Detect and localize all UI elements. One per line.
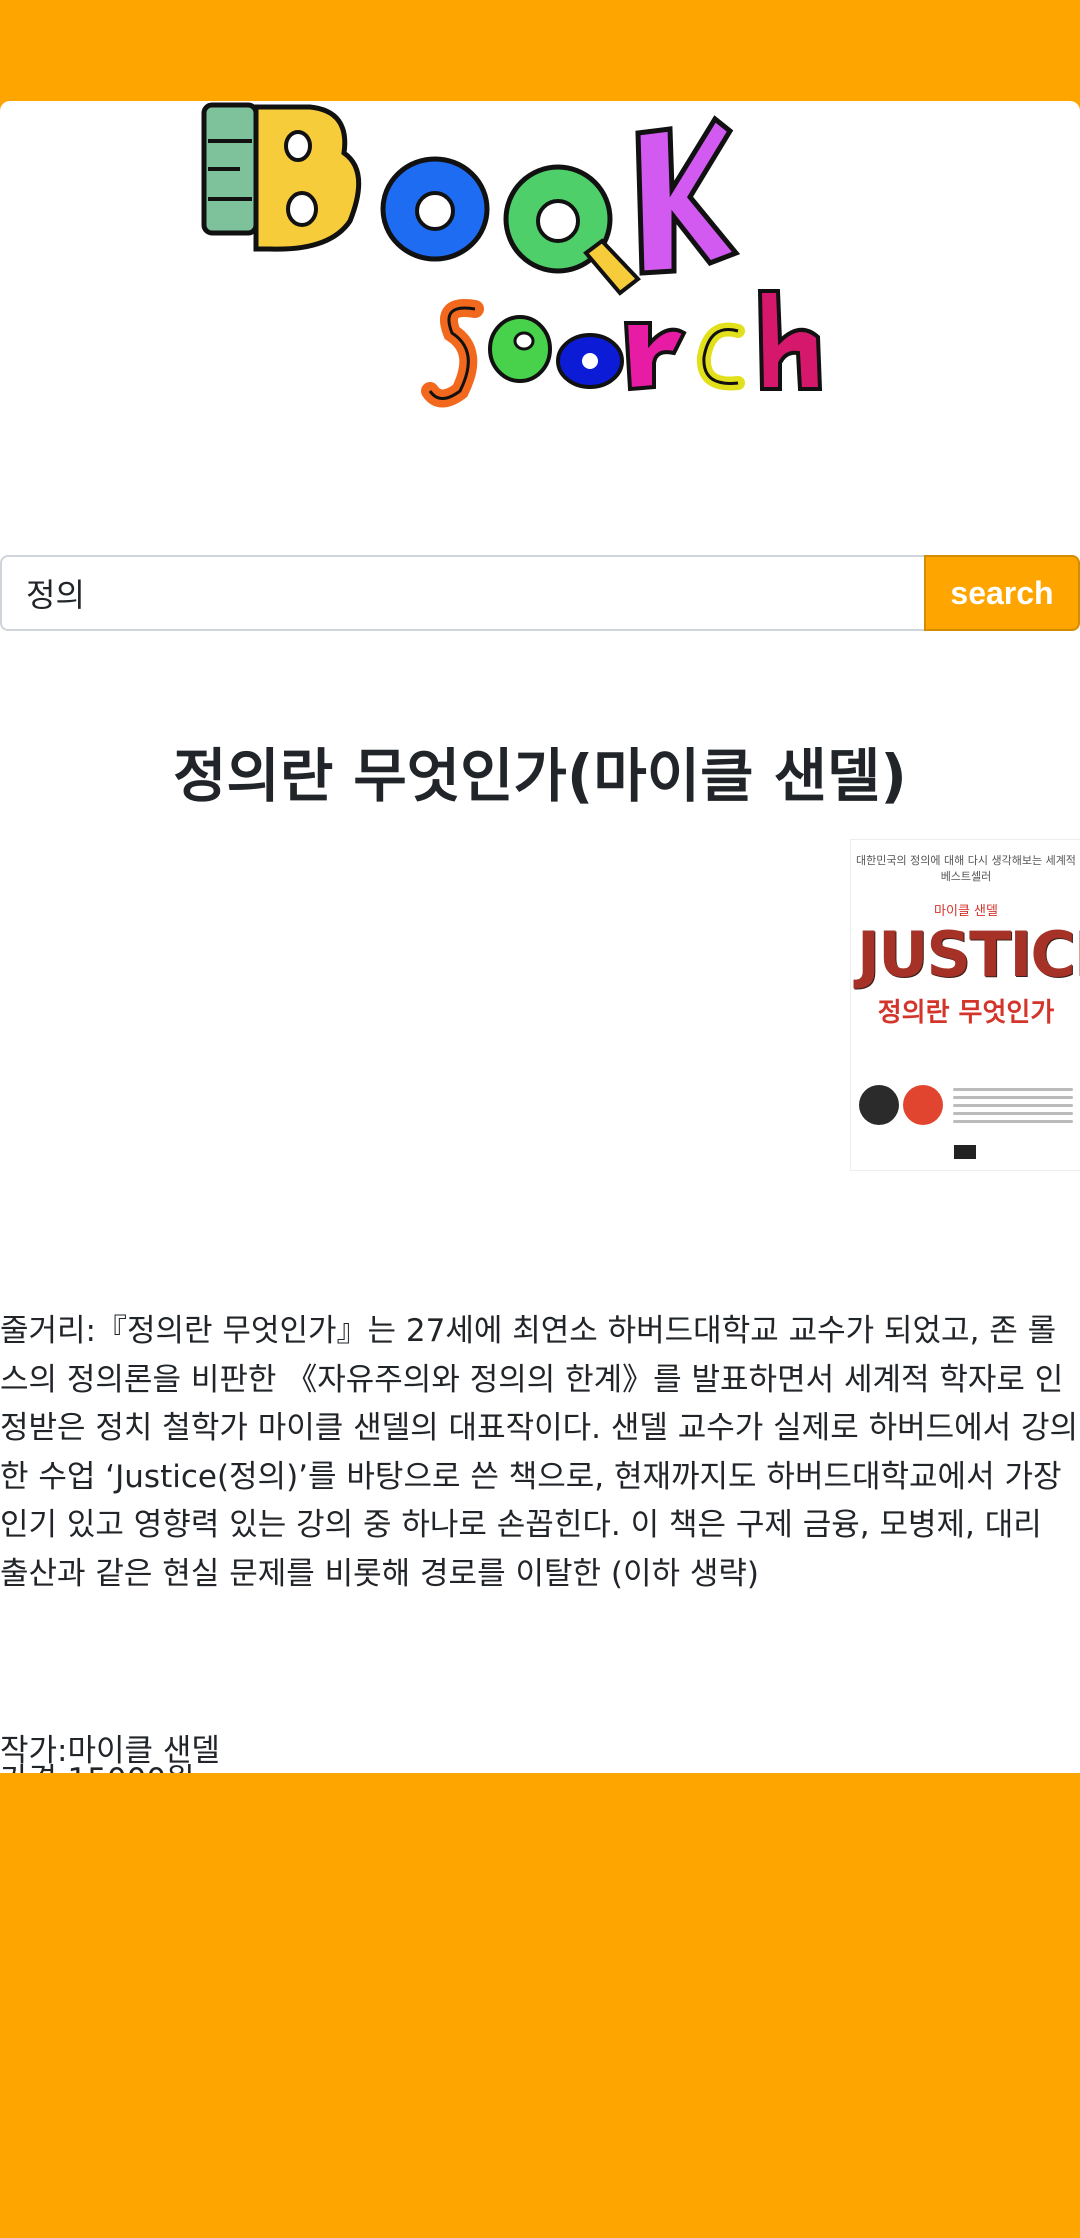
cover-tagline: 대한민국의 정의에 대해 다시 생각해보는 세계적 베스트셀러 xyxy=(856,854,1076,883)
logo-letter-e xyxy=(201,102,259,236)
book-search-logo xyxy=(201,102,823,408)
book-description: 줄거리:『정의란 무엇인가』는 27세에 최연소 하버드대학교 교수가 되었고,… xyxy=(0,1313,1079,1592)
book-title: 정의란 무엇인가(마이클 샌델) xyxy=(173,742,907,810)
logo-word-search xyxy=(421,289,823,408)
cover-author: 마이클 샌델 xyxy=(934,904,998,919)
cover-badge-red xyxy=(903,1085,943,1125)
publisher-logo xyxy=(954,1145,976,1159)
cover-badge-dark xyxy=(859,1085,899,1125)
cover-subtitle: 정의란 무엇인가 xyxy=(877,998,1055,1028)
cover-blurb-lines xyxy=(953,1088,1073,1128)
bottom-orange-bar xyxy=(0,1773,1080,2238)
search-bar: search xyxy=(0,555,1080,631)
logo-letter-k xyxy=(635,115,741,276)
logo-letter-b xyxy=(253,104,362,252)
search-input[interactable] xyxy=(0,555,924,631)
top-orange-bar xyxy=(0,0,1080,101)
search-button[interactable]: search xyxy=(924,555,1080,631)
main-content: search 정의란 무엇인가(마이클 샌델) 대한민국의 정의에 대해 다시 … xyxy=(0,101,1080,1773)
logo-letter-o2 xyxy=(503,164,641,296)
cover-headline: JUSTICE xyxy=(857,918,1080,991)
logo-letter-o1 xyxy=(380,156,490,262)
book-cover-image: 대한민국의 정의에 대해 다시 생각해보는 세계적 베스트셀러 마이클 샌델 J… xyxy=(850,839,1080,1171)
